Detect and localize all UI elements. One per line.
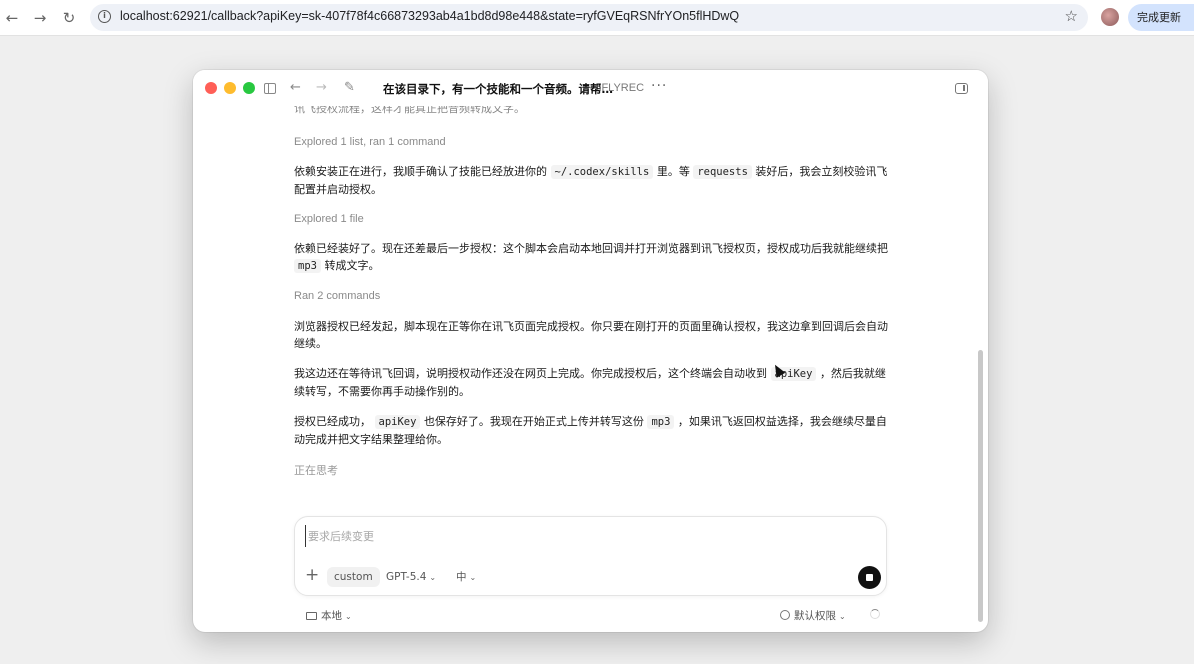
environment-selector[interactable]: 本地 ⌄ xyxy=(306,608,352,623)
effort-selector[interactable]: 中 ⌄ xyxy=(454,567,478,587)
assistant-message: 授权已经成功， apiKey 也保存好了。我现在开始正式上传并转写这份 mp3 … xyxy=(294,413,889,448)
app-window: ← → ✎ 在该目录下，有一个技能和一个音频。请帮… iFLYREC ··· 讯… xyxy=(193,70,988,632)
effort-label: 中 xyxy=(456,571,467,583)
permission-selector[interactable]: 默认权限 ⌄ xyxy=(780,608,846,623)
back-icon[interactable]: ← xyxy=(290,80,301,96)
chevron-down-icon: ⌄ xyxy=(469,573,477,582)
new-chat-icon[interactable]: ✎ xyxy=(344,80,355,96)
message-text: 里。等 xyxy=(656,165,690,178)
assistant-message: 浏览器授权已经发起，脚本现在正等你在讯飞页面完成授权。你只要在刚打开的页面里确认… xyxy=(294,318,889,352)
close-window-button[interactable] xyxy=(205,82,217,94)
maximize-window-button[interactable] xyxy=(243,82,255,94)
thread-title: 在该目录下，有一个技能和一个音频。请帮… xyxy=(383,82,613,96)
sidebar-toggle-icon[interactable] xyxy=(264,83,276,94)
message-text: 依赖已经装好了。现在还差最后一步授权：这个脚本会启动本地回调并打开浏览器到讯飞授… xyxy=(294,242,888,255)
activity-summary[interactable]: Ran 2 commands xyxy=(294,290,380,302)
inline-code: ~/.codex/skills xyxy=(550,165,654,179)
minimize-window-button[interactable] xyxy=(224,82,236,94)
assistant-message: 依赖安装正在进行，我顺手确认了技能已经放进你的 ~/.codex/skills … xyxy=(294,163,889,198)
message-text: 讯飞授权流程，这样才能真正把音频转成文字。 xyxy=(294,106,525,115)
assistant-message: 依赖已经装好了。现在还差最后一步授权：这个脚本会启动本地回调并打开浏览器到讯飞授… xyxy=(294,240,889,275)
forward-icon[interactable]: → xyxy=(316,80,327,96)
message-text: 浏览器授权已经发起，脚本现在正等你在讯飞页面完成授权。你只要在刚打开的页面里确认… xyxy=(294,320,888,350)
avatar[interactable] xyxy=(1101,8,1119,26)
reload-icon[interactable]: ↻ xyxy=(59,8,79,28)
custom-mode-button[interactable]: custom xyxy=(327,567,380,587)
message-text: 也保存好了。我现在开始正式上传并转写这份 xyxy=(423,415,644,428)
add-attachment-button[interactable]: + xyxy=(305,566,319,584)
scrollbar[interactable] xyxy=(978,350,983,622)
inline-code: requests xyxy=(693,165,752,179)
model-selector[interactable]: GPT-5.4 ⌄ xyxy=(384,567,438,587)
forward-icon[interactable]: → xyxy=(30,8,50,28)
transcript: 讯飞授权流程，这样才能真正把音频转成文字。 Explored 1 list, r… xyxy=(193,106,988,556)
assistant-message: 我这边还在等待讯飞回调，说明授权动作还没在网页上完成。你完成授权后，这个终端会自… xyxy=(294,365,889,400)
permission-label: 默认权限 xyxy=(794,610,836,622)
more-options-icon[interactable]: ··· xyxy=(651,78,667,94)
update-button[interactable]: 完成更新 xyxy=(1128,4,1194,31)
browser-toolbar: ← → ↻ i localhost:62921/callback?apiKey=… xyxy=(0,0,1194,36)
chevron-down-icon: ⌄ xyxy=(345,612,352,621)
activity-summary[interactable]: Explored 1 list, ran 1 command xyxy=(294,136,446,148)
message-text: 我这边还在等待讯飞回调，说明授权动作还没在网页上完成。你完成授权后，这个终端会自… xyxy=(294,367,767,380)
chevron-down-icon: ⌄ xyxy=(429,573,437,582)
environment-label: 本地 xyxy=(321,610,342,622)
model-label: GPT-5.4 xyxy=(386,571,427,583)
back-icon[interactable]: ← xyxy=(2,8,22,28)
star-icon[interactable]: ☆ xyxy=(1065,7,1078,25)
laptop-icon xyxy=(306,612,317,620)
prompt-input[interactable] xyxy=(305,525,865,547)
project-name[interactable]: iFLYREC xyxy=(599,82,644,94)
shield-icon xyxy=(780,610,790,620)
loading-spinner-icon xyxy=(870,609,880,619)
activity-summary[interactable]: Explored 1 file xyxy=(294,213,364,225)
message-text: 授权已经成功， xyxy=(294,415,371,428)
inline-code: apiKey xyxy=(374,415,421,429)
chevron-down-icon: ⌄ xyxy=(839,612,846,621)
panel-toggle-icon[interactable] xyxy=(955,83,968,94)
inline-code: mp3 xyxy=(294,259,321,273)
inline-code: mp3 xyxy=(647,415,675,429)
thinking-indicator: 正在思考 xyxy=(294,464,338,477)
address-bar[interactable]: i localhost:62921/callback?apiKey=sk-407… xyxy=(90,4,1088,31)
composer: + custom GPT-5.4⌄ 中⌄ xyxy=(294,516,887,596)
url-text[interactable]: localhost:62921/callback?apiKey=sk-407f7… xyxy=(120,9,739,23)
stop-button[interactable] xyxy=(858,566,881,589)
message-text: 转成文字。 xyxy=(324,259,380,272)
site-info-icon[interactable]: i xyxy=(98,10,111,23)
titlebar: ← → ✎ 在该目录下，有一个技能和一个音频。请帮… iFLYREC ··· xyxy=(193,70,988,106)
message-text: 依赖安装正在进行，我顺手确认了技能已经放进你的 xyxy=(294,165,547,178)
